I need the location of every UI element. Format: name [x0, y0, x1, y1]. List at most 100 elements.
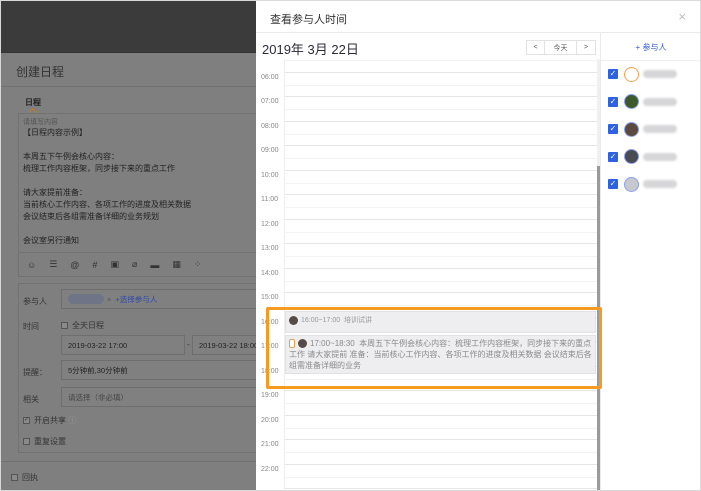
card-icon[interactable]: ▬ — [150, 260, 159, 270]
highlight-box — [266, 307, 602, 389]
hour-row: 12:00 — [256, 213, 597, 243]
hour-label: 07:00 — [261, 98, 279, 105]
hour-label: 19:00 — [261, 392, 279, 399]
avatar — [624, 176, 639, 192]
avatar — [624, 121, 639, 137]
participant-item[interactable]: ✓ — [608, 94, 677, 110]
repeat-checkbox[interactable]: 重复设置 — [23, 436, 66, 447]
participants-label: 参与人 — [23, 297, 47, 306]
hour-row: 13:00 — [256, 237, 597, 268]
participants-field[interactable]: × +选择参与人 — [61, 289, 257, 309]
participant-chip[interactable] — [68, 294, 104, 304]
range-dash: - — [187, 340, 190, 349]
editor-text: 【日程内容示例】 本周五下午例会核心内容： 梳理工作内容框架，同步接下来的重点工… — [23, 128, 191, 245]
start-time-input[interactable]: 2019-03-22 17:00 — [61, 335, 185, 355]
hour-row: 08:00 — [256, 115, 597, 145]
time-slot[interactable] — [284, 488, 597, 490]
current-date: 2019年 3月 22日 — [262, 42, 359, 57]
avatar — [624, 66, 639, 82]
participant-name-blurred — [643, 152, 677, 161]
hour-label: 10:00 — [261, 171, 279, 179]
hour-label: 14:00 — [261, 269, 279, 277]
hour-row: 06:00 — [256, 66, 597, 96]
hour-label: 20:00 — [261, 416, 279, 424]
prev-day-button[interactable]: < — [527, 41, 545, 54]
at-icon[interactable]: @ — [70, 260, 79, 270]
receipt-checkbox[interactable]: 回执 — [11, 472, 38, 483]
participant-name-blurred — [643, 97, 677, 106]
participants-panel: + 参与人 ✓ ✓ ✓ ✓ ✓ — [600, 32, 700, 490]
hour-row: 11:00 — [256, 188, 597, 219]
hour-label: 15:00 — [261, 294, 279, 301]
add-participant-button[interactable]: + 参与人 — [601, 42, 700, 53]
participant-item[interactable]: ✓ — [608, 149, 677, 165]
participant-name-blurred — [643, 125, 677, 133]
avatar — [624, 149, 639, 164]
form-title: 创建日程 — [16, 65, 65, 79]
participant-checkbox[interactable]: ✓ — [608, 151, 618, 162]
participant-time-modal: 查看参与人时间 × 2019年 3月 22日 < 今天 > 06:00 07:00… — [256, 1, 700, 490]
related-label: 相关 — [23, 395, 39, 404]
table-icon[interactable]: ▦ — [172, 259, 181, 270]
next-day-button[interactable]: > — [577, 41, 595, 54]
participant-item[interactable]: ✓ — [608, 66, 677, 82]
participant-checkbox[interactable]: ✓ — [608, 179, 618, 189]
participant-checkbox[interactable]: ✓ — [608, 124, 618, 134]
editor-toolbar: ☺ ☰ @ # ▣ ⌀ ▬ ▦ ⁘ — [18, 253, 258, 277]
editor-placeholder: 请填写内容 — [23, 119, 58, 126]
hash-icon[interactable]: # — [92, 260, 97, 270]
divider — [601, 60, 700, 61]
image-icon[interactable]: ▣ — [110, 259, 119, 270]
event-fields: 参与人 × +选择参与人 时间 全天日程 2019-03-22 17:00 - … — [18, 283, 262, 453]
all-day-checkbox[interactable]: 全天日程 — [61, 320, 104, 331]
hour-row: 07:00 — [256, 90, 597, 121]
hour-label: 09:00 — [261, 147, 279, 154]
attachment-icon[interactable]: ⌀ — [132, 259, 137, 270]
close-icon[interactable]: × — [678, 9, 686, 24]
hour-row: 23:00 — [256, 482, 597, 490]
reminder-label: 提醒： — [23, 368, 47, 377]
participant-name-blurred — [643, 70, 677, 78]
reminder-select[interactable]: 5分钟前,30分钟前 — [61, 360, 257, 380]
modal-title: 查看参与人时间 — [270, 14, 347, 26]
participant-item[interactable]: ✓ — [608, 121, 677, 137]
hour-label: 21:00 — [261, 441, 279, 448]
hour-label: 11:00 — [261, 196, 278, 203]
tab-event[interactable]: 日程 — [25, 97, 41, 108]
day-timeline: 06:00 07:00 08:00 09:00 10:00 11:00 12:00 13:00… — [256, 59, 600, 490]
hour-row: 10:00 — [256, 164, 597, 194]
divider — [1, 86, 256, 87]
form-footer: 回执 — [1, 461, 256, 490]
hour-row: 09:00 — [256, 139, 597, 170]
hour-label: 06:00 — [261, 73, 279, 81]
info-icon: ⓘ — [68, 416, 77, 425]
hour-label: 12:00 — [261, 220, 279, 228]
time-label: 时间 — [23, 322, 39, 331]
participant-checkbox[interactable]: ✓ — [608, 69, 618, 79]
smile-icon[interactable]: ☺ — [27, 260, 36, 270]
avatar — [624, 94, 639, 109]
participant-checkbox[interactable]: ✓ — [608, 96, 618, 107]
participant-name-blurred — [643, 180, 677, 188]
share-checkbox[interactable]: ✓ 开启共享 ⓘ — [23, 415, 76, 426]
participant-item[interactable]: ✓ — [608, 176, 677, 192]
select-participants-link[interactable]: +选择参与人 — [115, 294, 157, 305]
related-select[interactable]: 请选择（非必填） — [61, 387, 257, 407]
apps-icon[interactable]: ⁘ — [194, 259, 202, 270]
hour-label: 13:00 — [261, 245, 279, 252]
create-event-form: 创建日程 日程 请填写内容 【日程内容示例】 本周五下午例会核心内容： 梳理工作… — [1, 53, 262, 490]
hour-row: 21:00 — [256, 433, 597, 464]
list-icon[interactable]: ☰ — [49, 259, 57, 270]
hour-row: 14:00 — [256, 262, 597, 292]
hour-row: 20:00 — [256, 409, 597, 439]
end-time-input[interactable]: 2019-03-22 18:00 — [192, 335, 262, 355]
content-editor[interactable]: 请填写内容 【日程内容示例】 本周五下午例会核心内容： 梳理工作内容框架，同步接… — [18, 113, 258, 253]
remove-icon[interactable]: × — [107, 295, 111, 304]
top-bar — [1, 1, 256, 53]
hour-label: 08:00 — [261, 122, 279, 130]
app-frame: 创建日程 日程 请填写内容 【日程内容示例】 本周五下午例会核心内容： 梳理工作… — [1, 1, 700, 490]
hour-label: 22:00 — [261, 465, 279, 473]
hour-row: 22:00 — [256, 458, 597, 488]
date-nav: < 今天 > — [526, 40, 596, 55]
today-button[interactable]: 今天 — [545, 41, 577, 54]
